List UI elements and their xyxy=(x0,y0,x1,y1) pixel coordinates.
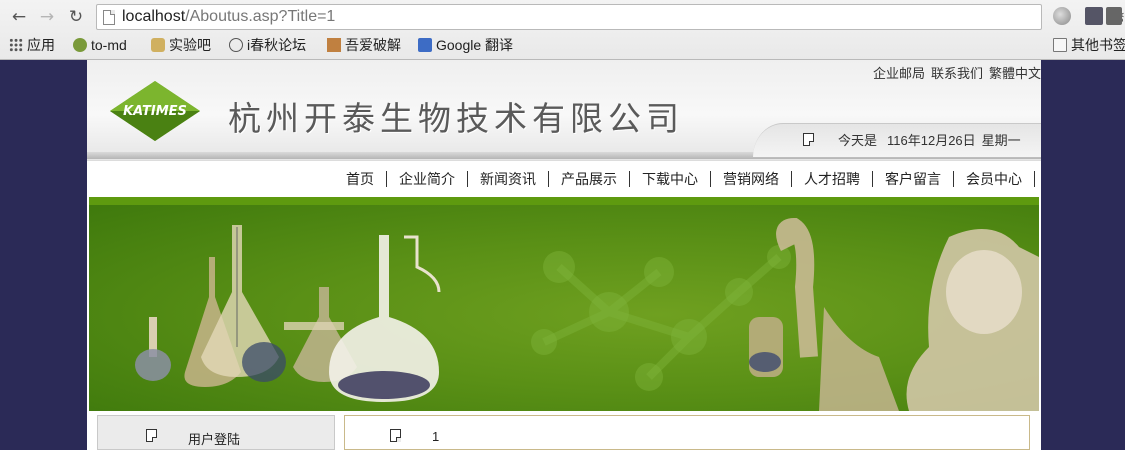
nav-list: 首页 企业简介 新闻资讯 产品展示 下载中心 营销网络 人才招聘 客户留言 会员… xyxy=(334,171,1035,187)
lab-glassware-illustration xyxy=(135,217,1039,411)
login-panel-header: 用户登陆 xyxy=(97,415,335,450)
date-panel: 今天是 116年12月26日 星期一 xyxy=(753,123,1041,157)
translate-icon xyxy=(418,38,432,52)
bookmark-ichunqiu[interactable]: i春秋论坛 xyxy=(229,36,306,54)
nav-item-about[interactable]: 企业简介 xyxy=(387,171,468,187)
back-arrow-icon[interactable]: ← xyxy=(8,6,30,28)
i-icon xyxy=(229,38,243,52)
page-icon xyxy=(103,10,115,25)
nav-item-messages[interactable]: 客户留言 xyxy=(873,171,954,187)
company-logo[interactable]: KATIMES xyxy=(108,79,202,143)
nav-item-news[interactable]: 新闻资讯 xyxy=(468,171,549,187)
forward-arrow-icon[interactable]: → xyxy=(36,6,58,28)
bookmarks-bar: 应用 to-md 实验吧 i春秋论坛 吾爱破解 Google 翻译 其他书签 xyxy=(0,33,1125,58)
banner-stripe xyxy=(89,197,1039,205)
nav-item-downloads[interactable]: 下载中心 xyxy=(630,171,711,187)
address-bar[interactable]: localhost/Aboutus.asp?Title=1 ⚷ xyxy=(96,4,1125,30)
flasks xyxy=(135,225,441,402)
bookmark-shiyanba[interactable]: 实验吧 xyxy=(151,36,211,54)
extension-globe-icon[interactable] xyxy=(1053,7,1071,25)
scientist-figure xyxy=(749,217,1039,411)
company-name: 杭州开泰生物技术有限公司 xyxy=(228,100,684,137)
nav-item-sales-network[interactable]: 营销网络 xyxy=(711,171,792,187)
bookmark-apps[interactable]: 应用 xyxy=(9,36,55,54)
image-icon xyxy=(327,38,341,52)
content-panel-header: 1 xyxy=(344,415,1030,450)
login-panel-title: 用户登陆 xyxy=(188,432,241,447)
browser-chrome: ← → ↻ localhost/Aboutus.asp?Title=1 ⚷ 应用… xyxy=(0,0,1125,60)
nav-item-members[interactable]: 会员中心 xyxy=(954,171,1035,187)
folder-icon xyxy=(1053,38,1067,52)
site-header: KATIMES 杭州开泰生物技术有限公司 企业邮局 联系我们 繁體中文 今天是 116… xyxy=(87,60,1041,160)
url-text: localhost/Aboutus.asp?Title=1 xyxy=(122,8,336,25)
banner-image xyxy=(89,197,1039,411)
extension-image-icon[interactable] xyxy=(1085,7,1103,25)
nav-item-products[interactable]: 产品展示 xyxy=(549,171,630,187)
bookmark-other[interactable]: 其他书签 xyxy=(1053,36,1125,54)
main-nav: 首页 企业简介 新闻资讯 产品展示 下载中心 营销网络 人才招聘 客户留言 会员… xyxy=(87,160,1041,197)
note-icon xyxy=(803,133,814,146)
nav-item-careers[interactable]: 人才招聘 xyxy=(792,171,873,187)
web-page: KATIMES 杭州开泰生物技术有限公司 企业邮局 联系我们 繁體中文 今天是 116… xyxy=(87,60,1041,450)
note-icon xyxy=(146,429,157,442)
date-text: 今天是 116年12月26日 星期一 xyxy=(838,133,1021,148)
nav-item-home[interactable]: 首页 xyxy=(334,171,387,187)
link-enterprise-mail[interactable]: 企业邮局 xyxy=(873,66,925,81)
svg-text:KATIMES: KATIMES xyxy=(123,104,187,119)
reload-icon[interactable]: ↻ xyxy=(65,6,87,28)
bookmark-52pojie[interactable]: 吾爱破解 xyxy=(327,36,401,54)
leaf-icon xyxy=(73,38,87,52)
content-title: 1 xyxy=(432,429,440,444)
top-links: 企业邮局 联系我们 繁體中文 xyxy=(867,63,1041,82)
apps-grid-icon xyxy=(9,38,23,52)
bookmark-to-md[interactable]: to-md xyxy=(73,36,127,54)
link-traditional-chinese[interactable]: 繁體中文 xyxy=(989,66,1041,81)
link-contact-us[interactable]: 联系我们 xyxy=(931,66,983,81)
note-icon xyxy=(390,429,401,442)
menu-icon[interactable] xyxy=(1106,7,1122,25)
lab-icon xyxy=(151,38,165,52)
bookmark-google-translate[interactable]: Google 翻译 xyxy=(418,36,513,54)
